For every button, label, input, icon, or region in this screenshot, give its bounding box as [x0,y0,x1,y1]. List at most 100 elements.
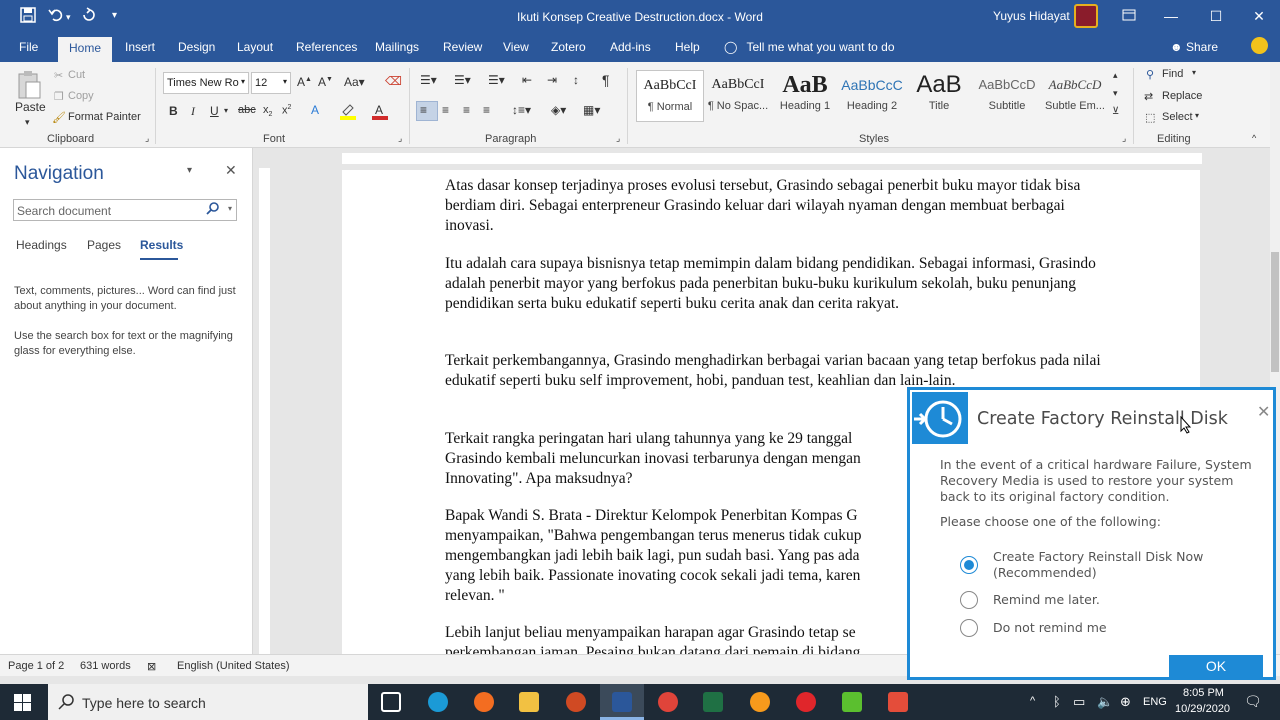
page-count[interactable]: Page 1 of 2 [8,660,64,672]
tab-layout[interactable]: Layout [237,40,273,54]
font-name-combo[interactable]: Times New Ro ▾ [163,72,249,94]
word-count[interactable]: 631 words [80,660,131,672]
copy-button[interactable]: Copy [68,90,94,102]
minimize-button[interactable]: — [1160,6,1182,28]
chevron-down-icon[interactable]: ▾ [228,204,232,213]
pencil-app-icon[interactable] [750,692,770,712]
paragraph-line[interactable]: Innovating". Apa maksudnya? [445,469,905,489]
taskbar-search-box[interactable]: Type here to search [48,684,368,720]
shrink-font-icon[interactable]: A▼ [318,75,333,89]
format-painter-button[interactable]: Format Painter [68,111,141,123]
style-subtitle[interactable]: AaBbCcD Subtitle [973,70,1041,122]
show-hidden-icons-icon[interactable]: ^ [1030,695,1035,707]
excel-icon[interactable] [703,692,723,712]
shading-icon[interactable]: ◈▾ [551,103,566,117]
close-pane-icon[interactable]: ✕ [225,162,237,179]
style-title[interactable]: AaB Title [905,70,973,122]
tab-file[interactable]: File [19,40,38,54]
numbering-icon[interactable]: ☰▾ [454,73,471,87]
paragraph-line[interactable]: Terkait rangka peringatan hari ulang tah… [445,429,905,449]
tab-add-ins[interactable]: Add-ins [610,40,651,54]
style-no-spacing[interactable]: AaBbCcI ¶ No Spac... [704,70,772,122]
collapse-ribbon-icon[interactable]: ^ [1252,133,1256,143]
paragraph-line[interactable]: relevan. " [445,586,905,606]
paste-dropdown-icon[interactable]: ▾ [25,117,30,128]
option-do-not-remind-label[interactable]: Do not remind me [993,620,1223,636]
proofing-icon[interactable]: ⊠ [147,660,156,673]
clock-time[interactable]: 8:05 PM [1183,687,1224,699]
styles-scroll-up-icon[interactable]: ▴ [1113,70,1118,81]
style-heading-2[interactable]: AaBbCcC Heading 2 [838,70,906,122]
tab-help[interactable]: Help [675,40,700,54]
clear-formatting-icon[interactable]: ⌫ [385,74,402,88]
bullets-icon[interactable]: ☰▾ [420,73,437,87]
nav-tab-pages[interactable]: Pages [87,238,121,252]
tab-zotero[interactable]: Zotero [551,40,586,54]
feedback-smiley-icon[interactable] [1251,37,1268,54]
avatar[interactable] [1074,4,1098,28]
change-case-icon[interactable]: Aa▾ [344,75,365,89]
powerpoint-icon[interactable] [566,692,586,712]
paragraph-launcher-icon[interactable]: ⌟ [616,133,620,144]
align-center-icon[interactable]: ≡ [442,103,449,117]
chevron-down-icon[interactable]: ▾ [1192,68,1196,77]
notifications-icon[interactable]: 🗨 [1244,693,1262,710]
network-icon[interactable]: ⊕ [1120,694,1131,710]
paragraph[interactable]: Terkait perkembangannya, Grasindo mengha… [445,351,1105,391]
show-formatting-marks-icon[interactable]: ¶ [602,72,610,88]
file-explorer-icon[interactable] [519,692,539,712]
close-icon[interactable]: ✕ [1257,402,1270,422]
paste-button[interactable]: Paste [15,100,46,114]
style-normal[interactable]: AaBbCcI ¶ Normal [636,70,704,122]
chevron-down-icon[interactable]: ▾ [1195,111,1199,120]
clipboard-launcher-icon[interactable]: ⌟ [145,133,149,144]
subscript-icon[interactable]: x2 [263,104,272,118]
tab-mailings[interactable]: Mailings [375,40,419,54]
borders-icon[interactable]: ▦▾ [583,103,600,117]
styles-scroll-down-icon[interactable]: ▾ [1113,88,1118,99]
ribbon-display-options-icon[interactable] [1118,6,1140,28]
line-spacing-icon[interactable]: ↕≡▾ [512,103,531,117]
sort-icon[interactable]: ↕ [573,73,579,87]
opera-icon[interactable] [796,692,816,712]
bold-icon[interactable]: B [169,104,178,118]
strikethrough-icon[interactable]: abc [238,104,256,116]
tab-home[interactable]: Home [58,37,113,62]
option-create-now-label[interactable]: Create Factory Reinstall Disk Now (Recom… [993,549,1223,581]
maximize-button[interactable]: ☐ [1205,6,1227,28]
tab-design[interactable]: Design [178,40,215,54]
option-remind-later-radio[interactable] [960,591,978,609]
paragraph[interactable]: Atas dasar konsep terjadinya proses evol… [445,176,1105,236]
paragraph-line[interactable]: Lebih lanjut beliau menyampaikan harapan… [445,623,905,643]
firefox-icon[interactable] [474,692,494,712]
tab-references[interactable]: References [296,40,357,54]
recorder-icon[interactable] [888,692,908,712]
share-button[interactable]: ☻ Share [1170,40,1218,54]
horizontal-ruler[interactable] [262,150,1270,166]
font-launcher-icon[interactable]: ⌟ [398,133,402,144]
justify-icon[interactable]: ≡ [483,103,490,117]
tab-insert[interactable]: Insert [125,40,155,54]
vertical-ruler[interactable] [256,168,272,654]
tab-view[interactable]: View [503,40,529,54]
superscript-icon[interactable]: x2 [282,104,291,117]
language-status[interactable]: English (United States) [177,660,290,672]
decrease-indent-icon[interactable]: ⇤ [522,73,532,87]
paragraph-line[interactable]: mengembangkan jadi lebih baik lagi, pun … [445,546,905,566]
paragraph-line[interactable]: perkembangan jaman. Pesaing bukan datang… [445,643,905,654]
nav-tab-results[interactable]: Results [140,238,183,252]
close-button[interactable]: ✕ [1248,6,1270,28]
underline-icon[interactable]: U [210,104,219,118]
italic-icon[interactable]: I [191,104,195,119]
tell-me-box[interactable]: ◯ Tell me what you want to do [724,40,895,54]
scrollbar-thumb[interactable] [1271,252,1279,372]
search-document-input[interactable]: Search document ▾ [13,199,237,221]
font-color-icon[interactable]: A [372,102,388,123]
windows-start-icon[interactable] [14,694,31,714]
paste-icon[interactable] [16,70,42,100]
styles-launcher-icon[interactable]: ⌟ [1122,133,1126,144]
option-remind-later-label[interactable]: Remind me later. [993,592,1223,608]
search-icon[interactable] [206,202,219,218]
highlight-icon[interactable] [340,102,356,123]
clock-date[interactable]: 10/29/2020 [1175,703,1230,715]
